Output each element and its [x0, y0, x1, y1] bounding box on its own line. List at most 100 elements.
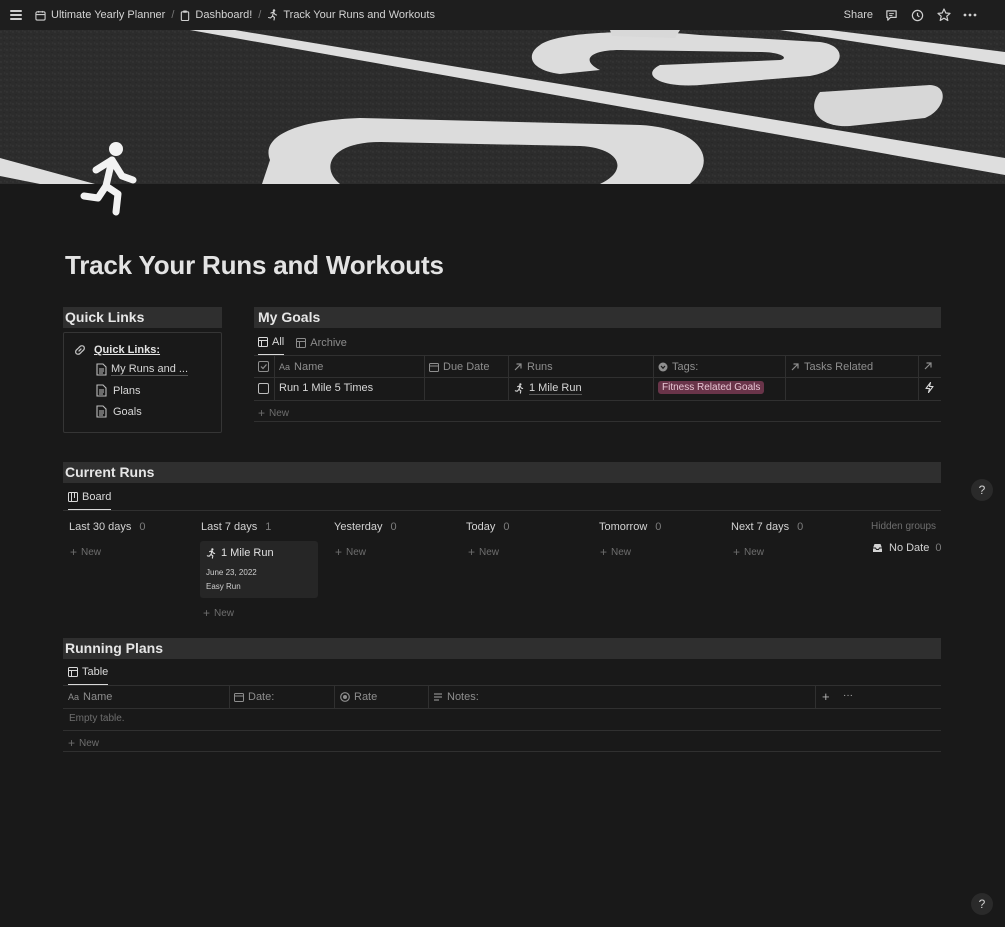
column-tasks-related[interactable]: Tasks Related	[790, 361, 873, 373]
column-name[interactable]: Aa Name	[279, 361, 323, 373]
share-button[interactable]: Share	[844, 9, 873, 21]
tab-archive[interactable]: Archive	[296, 336, 347, 356]
quick-link-plans[interactable]: Plans	[96, 384, 141, 397]
board-new-today[interactable]: + New	[468, 545, 499, 559]
board-column-tomorrow[interactable]: Tomorrow 0	[599, 521, 661, 533]
quick-links-heading-label[interactable]: Quick Links:	[94, 344, 160, 356]
cover-image	[0, 30, 1005, 184]
bolt-icon	[925, 382, 934, 393]
more-icon[interactable]	[962, 8, 977, 23]
calendar-icon	[35, 10, 46, 21]
running-plans-tabs: Table	[68, 666, 109, 686]
plus-icon: +	[468, 545, 476, 559]
status-icon	[340, 692, 350, 702]
tag-badge: Fitness Related Goals	[658, 381, 765, 394]
runner-icon	[514, 383, 524, 394]
card-title: 1 Mile Run	[206, 547, 274, 559]
my-goals-header: My Goals	[254, 307, 941, 328]
goals-new-button[interactable]: + New	[258, 406, 289, 420]
clipboard-icon	[180, 10, 190, 21]
card-run-type: Easy Run	[206, 582, 241, 591]
empty-table-text: Empty table.	[69, 713, 125, 724]
plus-icon: +	[203, 606, 211, 620]
table-icon	[296, 338, 307, 348]
quick-links-header: Quick Links	[63, 307, 222, 328]
select-icon	[658, 362, 668, 372]
card-date: June 23, 2022	[206, 568, 257, 577]
calendar-icon	[429, 363, 439, 372]
inbox-icon	[873, 544, 882, 552]
quick-link-label: Goals	[113, 405, 142, 418]
breadcrumb-item-planner[interactable]: Ultimate Yearly Planner	[51, 9, 165, 21]
board-new-yesterday[interactable]: + New	[335, 545, 366, 559]
board-new-last-30-days[interactable]: + New	[70, 545, 101, 559]
runner-icon	[267, 9, 278, 21]
plans-column-notes[interactable]: Notes:	[433, 691, 479, 703]
tab-all[interactable]: All	[258, 336, 285, 356]
help-button-bottom[interactable]: ?	[971, 893, 993, 915]
plans-column-name[interactable]: Aa Name	[68, 691, 112, 703]
goal-name-cell[interactable]: Run 1 Mile 5 Times	[279, 382, 373, 394]
tab-board[interactable]: Board	[68, 491, 112, 511]
page-icon	[96, 363, 107, 376]
board-new-next-7-days[interactable]: + New	[733, 545, 764, 559]
column-runs[interactable]: Runs	[513, 361, 553, 373]
column-overflow[interactable]	[923, 361, 933, 371]
breadcrumb-item-dashboard[interactable]: Dashboard!	[195, 9, 252, 21]
quick-link-label: Plans	[113, 384, 141, 397]
plans-column-rate[interactable]: Rate	[340, 691, 377, 703]
more-options-button[interactable]: ···	[843, 690, 853, 701]
help-button[interactable]: ?	[971, 479, 993, 501]
plans-column-date[interactable]: Date:	[234, 691, 274, 703]
add-column-button[interactable]: +	[822, 689, 830, 704]
running-plans-header: Running Plans	[63, 638, 941, 659]
page-icon	[96, 405, 107, 418]
text-lines-icon	[434, 693, 442, 701]
top-actions: Share	[844, 0, 977, 30]
goal-tags-cell[interactable]: Fitness Related Goals	[658, 381, 765, 394]
goal-runs-cell[interactable]: 1 Mile Run	[514, 382, 582, 395]
quick-links-heading[interactable]: Quick Links:	[74, 344, 160, 356]
plus-icon: +	[733, 545, 741, 559]
select-all-checkbox[interactable]	[258, 361, 269, 372]
text-property-icon: Aa	[68, 692, 80, 702]
page-title: Track Your Runs and Workouts	[65, 250, 444, 280]
hidden-group-no-date[interactable]: No Date 0	[872, 542, 941, 554]
board-column-last-7-days[interactable]: Last 7 days 1	[201, 521, 271, 533]
tab-table[interactable]: Table	[68, 666, 109, 686]
link-icon	[74, 344, 86, 356]
menu-icon[interactable]	[10, 10, 22, 20]
board-new-last-7-days[interactable]: + New	[203, 606, 234, 620]
table-icon	[258, 337, 268, 347]
breadcrumb-item-current[interactable]: Track Your Runs and Workouts	[283, 9, 435, 21]
board-column-last-30-days[interactable]: Last 30 days 0	[69, 521, 146, 533]
quick-link-label: My Runs and ...	[111, 363, 189, 376]
column-due-date[interactable]: Due Date	[429, 361, 489, 373]
board-new-tomorrow[interactable]: + New	[600, 545, 631, 559]
quick-link-goals[interactable]: Goals	[96, 405, 142, 418]
goals-tabs: All Archive	[258, 336, 347, 356]
relation-arrow-icon	[791, 363, 799, 371]
history-clock-icon[interactable]	[910, 8, 925, 23]
board-card-1-mile-run[interactable]: 1 Mile Run June 23, 2022 Easy Run	[200, 541, 318, 598]
hidden-groups-label: Hidden groups	[871, 521, 937, 532]
column-tags[interactable]: Tags:	[658, 361, 698, 373]
plans-new-button[interactable]: + New	[68, 736, 99, 750]
row-checkbox[interactable]	[258, 383, 269, 394]
table-icon	[68, 667, 78, 677]
board-column-yesterday[interactable]: Yesterday 0	[334, 521, 397, 533]
plus-icon: +	[258, 406, 266, 420]
relation-arrow-icon	[924, 362, 932, 370]
quick-link-my-runs[interactable]: My Runs and ...	[96, 363, 189, 376]
plus-icon: +	[600, 545, 608, 559]
star-icon[interactable]	[936, 8, 951, 23]
board-column-next-7-days[interactable]: Next 7 days 0	[731, 521, 803, 533]
comment-icon[interactable]	[884, 8, 899, 23]
breadcrumb: Ultimate Yearly Planner / Dashboard! / T…	[35, 9, 435, 21]
board-column-today[interactable]: Today 0	[466, 521, 509, 533]
page-runner-icon[interactable]	[78, 140, 140, 218]
calendar-icon	[234, 693, 244, 702]
plus-icon: +	[335, 545, 343, 559]
top-bar: Ultimate Yearly Planner / Dashboard! / T…	[0, 0, 1005, 30]
current-runs-tabs: Board	[68, 491, 112, 511]
